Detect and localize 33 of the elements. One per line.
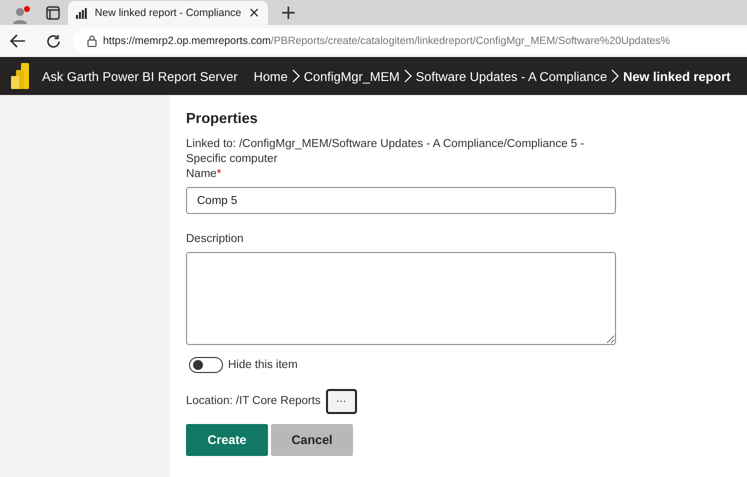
app-title: Ask Garth Power BI Report Server (42, 68, 238, 84)
description-input-field[interactable] (186, 252, 616, 345)
refresh-icon[interactable] (46, 34, 61, 48)
name-label: Name* (186, 167, 222, 182)
breadcrumb-link[interactable]: New linked report (623, 68, 730, 84)
breadcrumb-link[interactable]: Software Updates - A Compliance (416, 68, 608, 84)
address-bar[interactable]: https://memrp2.op.memreports.com/PBReports/create/catalogitem/linkedreport/ConfigMgr_MEM/Software%20Updates% (73, 28, 747, 54)
bar-chart-icon (76, 8, 88, 18)
chevron-right-icon (292, 69, 300, 83)
url-text: https://memrp2.op.memreports.com/PBReports/create/catalogitem/linkedreport/ConfigMgr_MEM/Software%20Updates% (103, 35, 670, 47)
profile-icon[interactable] (10, 5, 32, 25)
tab-actions-icon[interactable] (46, 6, 60, 20)
browse-location-button[interactable]: ··· (326, 389, 357, 414)
description-label: Description (186, 232, 245, 247)
back-icon[interactable] (10, 34, 26, 48)
chevron-right-icon (404, 69, 412, 83)
section-heading: Properties (186, 111, 259, 127)
name-input-field[interactable]: Comp 5 (186, 187, 616, 214)
breadcrumb-link[interactable]: Home (254, 68, 288, 84)
new-tab-button[interactable]: + (280, 1, 297, 25)
close-tab-button[interactable]: × (248, 6, 260, 20)
cancel-button[interactable]: Cancel (271, 424, 353, 456)
breadcrumb-link[interactable]: ConfigMgr_MEM (304, 68, 400, 84)
linked-to-text: Linked to: /ConfigMgr_MEM/Software Updates - A Compliance/Compliance 5 - Specific computer (186, 137, 586, 167)
tab-title: New linked report - Compliance (94, 7, 242, 19)
chevron-right-icon (611, 69, 620, 83)
hide-toggle[interactable] (189, 357, 223, 373)
browser-tab[interactable]: New linked report - Compliance × (68, 1, 268, 25)
power-bi-logo-icon (10, 63, 30, 89)
lock-icon (87, 35, 97, 47)
location-text: Location: /IT Core Reports (186, 394, 321, 409)
toggle-label: Hide this item (228, 358, 298, 372)
create-button[interactable]: Create (186, 424, 268, 456)
